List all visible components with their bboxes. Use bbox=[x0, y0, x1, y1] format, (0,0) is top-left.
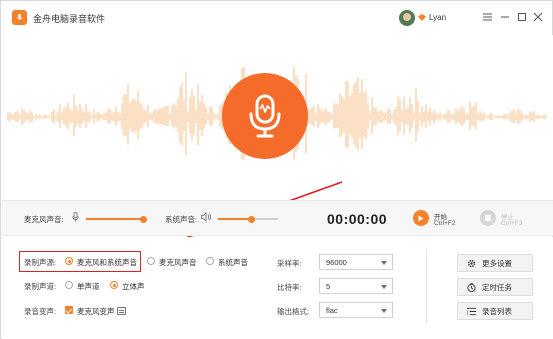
bit-rate-select[interactable]: 5 bbox=[319, 278, 393, 294]
menu-icon[interactable] bbox=[481, 10, 493, 24]
record-channel-label: 录制声道: bbox=[24, 282, 57, 291]
mic-volume-fill bbox=[86, 218, 143, 220]
title-bar: 金舟电脑录音软件 Lyan bbox=[1, 1, 552, 35]
speaker-icon bbox=[201, 212, 212, 224]
system-volume-knob[interactable] bbox=[248, 216, 255, 223]
sample-rate-select[interactable]: 96000 bbox=[319, 254, 393, 270]
app-window: 金舟电脑录音软件 Lyan 麦克风声音: 系统声音: 00:00:00 开始 C… bbox=[0, 0, 553, 339]
source-option-mic[interactable]: 麦克风声音 bbox=[159, 257, 197, 268]
sample-rate-label: 采样率: bbox=[277, 259, 302, 268]
start-shortcut: Ctrl+F2 bbox=[434, 220, 456, 227]
mic-volume-label: 麦克风声音: bbox=[24, 215, 64, 224]
stop-shortcut: Ctrl+F3 bbox=[501, 220, 523, 227]
source-radio-mic[interactable] bbox=[147, 257, 155, 265]
minimize-icon[interactable] bbox=[499, 10, 511, 24]
chevron-down-icon bbox=[381, 285, 387, 289]
channel-radio-stereo[interactable] bbox=[110, 281, 118, 289]
start-record-button[interactable] bbox=[413, 210, 429, 226]
bit-rate-label: 比特率: bbox=[277, 283, 302, 292]
user-name[interactable]: Lyan bbox=[429, 13, 446, 22]
record-source-label: 录制声源: bbox=[24, 258, 57, 267]
mic-volume-knob[interactable] bbox=[140, 216, 147, 223]
source-radio-mic-and-system[interactable] bbox=[65, 257, 73, 265]
channel-option-mono[interactable]: 单声道 bbox=[77, 281, 100, 292]
gear-icon bbox=[467, 259, 476, 268]
channel-radio-mono[interactable] bbox=[65, 281, 73, 289]
restore-icon[interactable] bbox=[516, 10, 528, 24]
app-title: 金舟电脑录音软件 bbox=[33, 14, 106, 24]
bit-rate-value: 5 bbox=[326, 282, 331, 291]
more-settings-button[interactable]: 更多设置 bbox=[457, 254, 533, 272]
control-bar: 麦克风声音: 系统声音: 00:00:00 开始 Ctrl+F2 停止 Ctrl… bbox=[2, 200, 553, 236]
play-icon bbox=[418, 215, 424, 221]
chevron-down-icon bbox=[381, 309, 387, 313]
output-format-label: 输出格式: bbox=[277, 307, 310, 316]
system-volume-label: 系统声音: bbox=[165, 215, 198, 224]
recording-timer: 00:00:00 bbox=[327, 211, 388, 227]
channel-option-stereo[interactable]: 立体声 bbox=[122, 281, 145, 292]
waveform-visualizer bbox=[2, 35, 553, 253]
sample-rate-value: 96000 bbox=[326, 258, 347, 267]
scheduled-task-label: 定时任务 bbox=[482, 282, 512, 292]
chevron-down-icon bbox=[381, 261, 387, 265]
output-format-select[interactable]: flac bbox=[319, 302, 393, 318]
microphone-small-icon bbox=[72, 212, 79, 224]
source-option-mic-and-system[interactable]: 麦克风和系统声音 bbox=[77, 257, 137, 268]
close-icon[interactable] bbox=[532, 10, 544, 24]
settings-panel: 录制声源: 麦克风和系统声音 麦克风声音 系统声音 录制声道: 单声道 立体声 … bbox=[2, 237, 553, 339]
source-radio-system[interactable] bbox=[206, 257, 214, 265]
record-list-button[interactable]: 录音列表 bbox=[457, 302, 533, 320]
source-option-system[interactable]: 系统声音 bbox=[218, 257, 248, 268]
system-volume-fill bbox=[218, 218, 251, 220]
vertical-divider bbox=[426, 249, 427, 323]
clock-icon bbox=[467, 282, 476, 292]
more-settings-label: 更多设置 bbox=[482, 258, 512, 268]
app-logo-icon bbox=[12, 10, 27, 25]
mic-voice-change-checkbox[interactable] bbox=[65, 306, 73, 314]
voice-effect-settings-icon[interactable] bbox=[117, 307, 126, 315]
stop-icon bbox=[485, 215, 491, 221]
voice-change-label: 录音变声: bbox=[24, 307, 57, 316]
record-list-label: 录音列表 bbox=[482, 306, 512, 316]
list-icon bbox=[467, 307, 476, 316]
scheduled-task-button[interactable]: 定时任务 bbox=[457, 278, 533, 296]
output-format-value: flac bbox=[326, 306, 338, 315]
mic-voice-change-option[interactable]: 麦克风变声 bbox=[77, 306, 115, 317]
vip-icon bbox=[418, 14, 426, 21]
stop-record-button[interactable] bbox=[480, 210, 496, 226]
avatar[interactable] bbox=[399, 10, 415, 26]
